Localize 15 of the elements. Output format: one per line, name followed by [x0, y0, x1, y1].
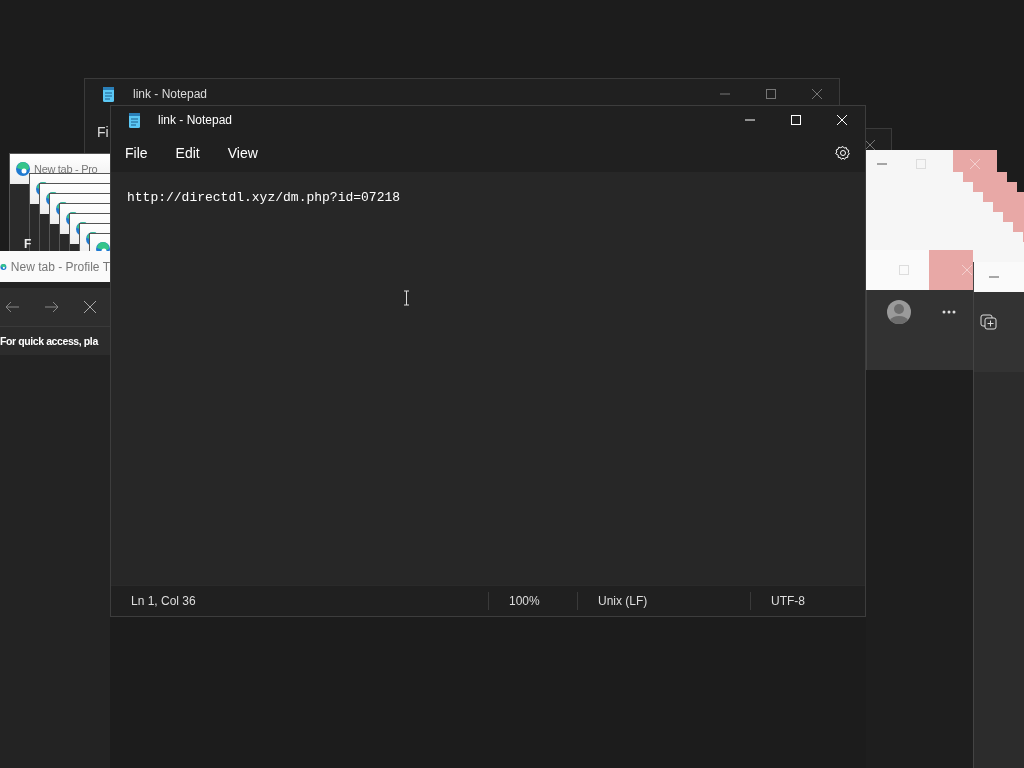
page-text: F [24, 237, 32, 251]
window-title: link - Notepad [158, 113, 233, 127]
favorites-hint: For quick access, pla [0, 326, 110, 355]
document-text: http://directdl.xyz/dm.php?id=07218 [127, 190, 401, 205]
status-text: 100% [488, 592, 577, 610]
window-title: New tab - Profile T [10, 259, 110, 274]
menu-item[interactable]: View [217, 141, 268, 165]
menu-item[interactable]: Fi [97, 124, 109, 140]
window-title: New tab - Pro [34, 163, 98, 175]
status-text: Ln 1, Col 36 [130, 593, 197, 610]
menu-item[interactable]: File [115, 141, 158, 165]
status-text: Unix (LF) [577, 592, 750, 610]
status-text: UTF-8 [750, 592, 825, 610]
window-title: link - Notepad [133, 87, 208, 101]
menu-item[interactable]: Edit [165, 141, 210, 165]
